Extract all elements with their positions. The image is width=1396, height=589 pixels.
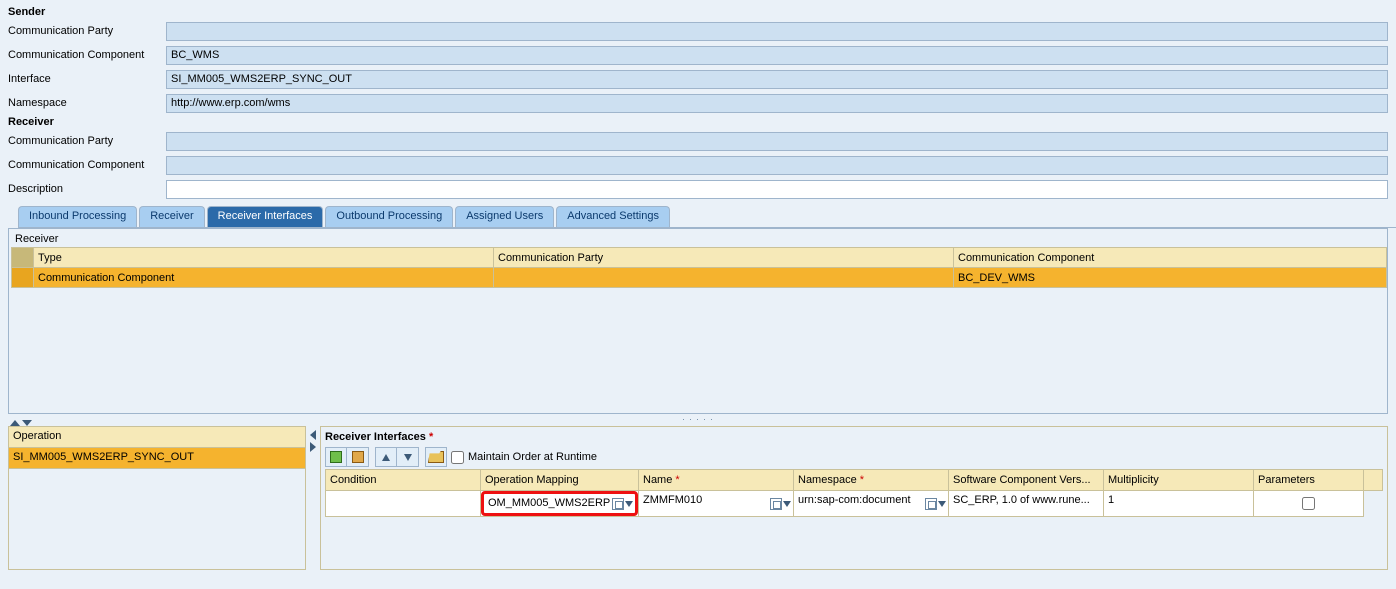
receiver-component-input[interactable] xyxy=(166,156,1388,175)
dropdown-icon[interactable] xyxy=(938,501,946,507)
col-multiplicity[interactable]: Multiplicity xyxy=(1104,470,1254,491)
delete-row-button[interactable] xyxy=(347,447,369,467)
col-parameters[interactable]: Parameters xyxy=(1254,470,1364,491)
tab-advanced-settings[interactable]: Advanced Settings xyxy=(556,206,670,227)
delete-icon xyxy=(352,451,364,463)
folder-open-icon xyxy=(428,451,444,463)
col-namespace[interactable]: Namespace * xyxy=(794,470,949,491)
tab-receiver-interfaces[interactable]: Receiver Interfaces xyxy=(207,206,324,227)
cell-name[interactable]: ZMMFM010 xyxy=(639,491,794,517)
receiver-table-title: Receiver xyxy=(11,231,1387,247)
tab-outbound-processing[interactable]: Outbound Processing xyxy=(325,206,453,227)
receiver-header: Receiver xyxy=(8,116,1388,128)
sender-party-input[interactable] xyxy=(166,22,1388,41)
cell-type[interactable]: Communication Component xyxy=(34,268,494,288)
cell-multiplicity[interactable]: 1 xyxy=(1104,491,1254,517)
maintain-order-label: Maintain Order at Runtime xyxy=(468,451,597,463)
dropdown-icon[interactable] xyxy=(783,501,791,507)
receiver-interfaces-table: Condition Operation Mapping Name * Names… xyxy=(325,469,1383,517)
receiver-row-selected[interactable]: Communication Component BC_DEV_WMS xyxy=(12,268,1387,288)
cell-operation-mapping[interactable]: OM_MM005_WMS2ERP xyxy=(481,491,639,517)
sender-namespace-label: Namespace xyxy=(8,97,166,109)
col-swcv[interactable]: Software Component Vers... xyxy=(949,470,1104,491)
cell-parameters[interactable] xyxy=(1254,491,1364,517)
col-name[interactable]: Name * xyxy=(639,470,794,491)
cell-namespace[interactable]: urn:sap-com:document xyxy=(794,491,949,517)
cell-component[interactable]: BC_DEV_WMS xyxy=(954,268,1387,288)
cell-spacer xyxy=(1364,491,1383,517)
dropdown-icon[interactable] xyxy=(625,501,633,507)
sender-interface-input[interactable] xyxy=(166,70,1388,89)
value-help-icon[interactable] xyxy=(612,498,624,510)
chevron-down-icon xyxy=(404,454,412,461)
sender-header: Sender xyxy=(8,6,1388,18)
receiver-party-label: Communication Party xyxy=(8,135,166,147)
receiver-party-input[interactable] xyxy=(166,132,1388,151)
cell-swcv[interactable]: SC_ERP, 1.0 of www.rune... xyxy=(949,491,1104,517)
ri-row[interactable]: OM_MM005_WMS2ERP ZMMFM010 xyxy=(326,491,1383,517)
tab-assigned-users[interactable]: Assigned Users xyxy=(455,206,554,227)
move-down-button[interactable] xyxy=(397,447,419,467)
col-spacer xyxy=(1364,470,1383,491)
operation-row[interactable]: SI_MM005_WMS2ERP_SYNC_OUT xyxy=(9,448,305,469)
col-component[interactable]: Communication Component xyxy=(954,248,1387,268)
operation-header[interactable]: Operation xyxy=(9,427,305,448)
sender-namespace-input[interactable] xyxy=(166,94,1388,113)
description-input[interactable] xyxy=(166,180,1388,199)
description-label: Description xyxy=(8,183,166,195)
sender-party-label: Communication Party xyxy=(8,25,166,37)
sender-component-label: Communication Component xyxy=(8,49,166,61)
move-up-button[interactable] xyxy=(375,447,397,467)
col-party[interactable]: Communication Party xyxy=(494,248,954,268)
value-help-icon[interactable] xyxy=(925,498,937,510)
receiver-interfaces-title: Receiver Interfaces * xyxy=(325,431,1383,443)
open-button[interactable] xyxy=(425,447,447,467)
tab-receiver[interactable]: Receiver xyxy=(139,206,204,227)
operation-panel: Operation SI_MM005_WMS2ERP_SYNC_OUT xyxy=(8,426,306,570)
row-selector[interactable] xyxy=(12,268,34,288)
ri-toolbar: Maintain Order at Runtime xyxy=(325,447,1383,467)
receiver-table-corner[interactable] xyxy=(12,248,34,268)
cell-party[interactable] xyxy=(494,268,954,288)
col-operation-mapping[interactable]: Operation Mapping xyxy=(481,470,639,491)
col-condition[interactable]: Condition xyxy=(326,470,481,491)
sender-interface-label: Interface xyxy=(8,73,166,85)
maintain-order-checkbox[interactable] xyxy=(451,451,464,464)
chevron-up-icon xyxy=(382,454,390,461)
cell-condition[interactable] xyxy=(326,491,481,517)
parameters-checkbox[interactable] xyxy=(1302,497,1315,510)
receiver-table: Type Communication Party Communication C… xyxy=(11,247,1387,288)
sender-component-input[interactable] xyxy=(166,46,1388,65)
receiver-component-label: Communication Component xyxy=(8,159,166,171)
insert-icon xyxy=(330,451,342,463)
tabstrip: Inbound Processing Receiver Receiver Int… xyxy=(18,206,1396,228)
col-type[interactable]: Type xyxy=(34,248,494,268)
insert-row-button[interactable] xyxy=(325,447,347,467)
vertical-splitter[interactable] xyxy=(306,426,320,570)
tab-inbound-processing[interactable]: Inbound Processing xyxy=(18,206,137,227)
value-help-icon[interactable] xyxy=(770,498,782,510)
